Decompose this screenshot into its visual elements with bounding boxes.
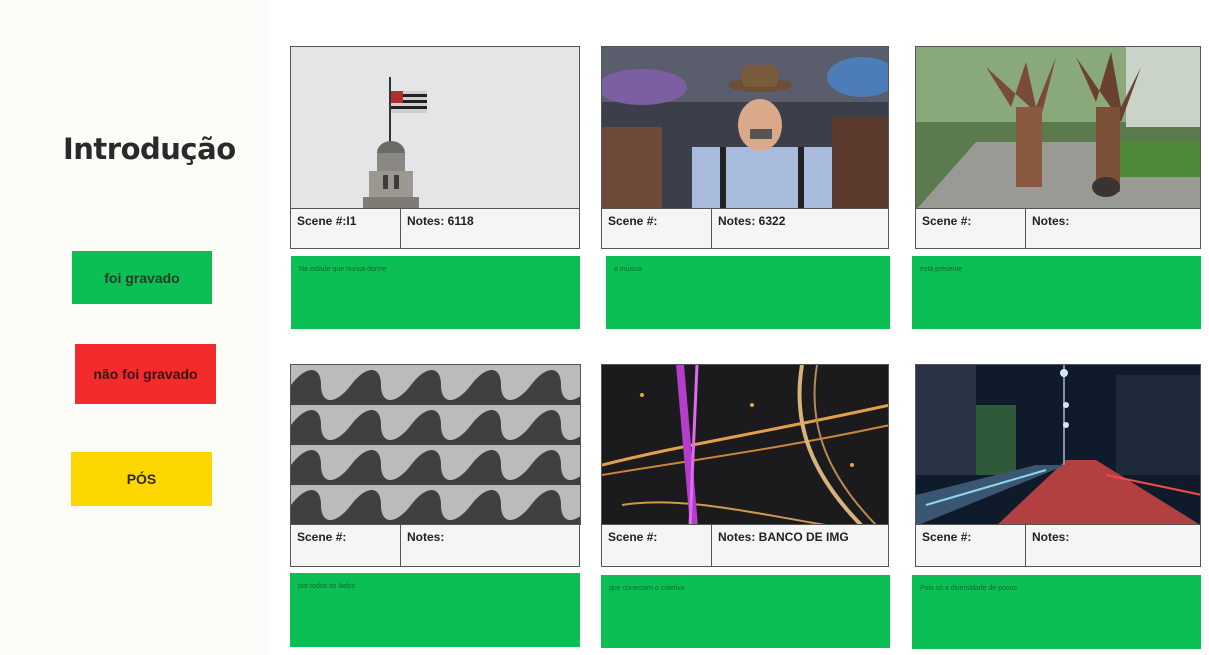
- scene-notes-row: Scene #: Notes:: [290, 525, 580, 567]
- caption-box[interactable]: por todos os lados: [290, 573, 580, 647]
- legend-panel: Introdução foi gravado não foi gravado P…: [0, 0, 270, 655]
- scene-notes-row: Scene #:I1 Notes: 6118: [290, 209, 580, 249]
- caption-box[interactable]: que conectam o coletivo: [601, 575, 890, 648]
- notes-field[interactable]: Notes:: [401, 525, 579, 566]
- legend-post: PÓS: [71, 452, 212, 506]
- avenue-night-image: [915, 364, 1201, 525]
- sidewalk-pattern-image: [290, 364, 581, 525]
- storyboard-page: Introdução foi gravado não foi gravado P…: [0, 0, 1209, 655]
- page-title: Introdução: [63, 132, 236, 166]
- notes-field[interactable]: Notes: 6322: [712, 209, 888, 248]
- scene-field[interactable]: Scene #:: [291, 525, 401, 566]
- caption-box[interactable]: está presente: [912, 256, 1201, 329]
- caption-box[interactable]: Na cidade que nunca dorme: [291, 256, 580, 329]
- feather-dancers-image: [915, 46, 1201, 209]
- legend-recorded: foi gravado: [72, 251, 212, 304]
- notes-field[interactable]: Notes:: [1026, 525, 1200, 566]
- notes-field[interactable]: Notes: 6118: [401, 209, 579, 248]
- harmonica-player-image: [601, 46, 889, 209]
- caption-box[interactable]: Pois só a diversidade de povos: [912, 575, 1201, 649]
- notes-field[interactable]: Notes:: [1026, 209, 1200, 248]
- scene-field[interactable]: Scene #:: [602, 209, 712, 248]
- scene-field[interactable]: Scene #:: [916, 209, 1026, 248]
- scene-notes-row: Scene #: Notes: 6322: [601, 209, 889, 249]
- scene-field[interactable]: Scene #:: [602, 525, 712, 566]
- flag-tower-image: [290, 46, 580, 209]
- legend-not-recorded: não foi gravado: [75, 344, 216, 404]
- scene-notes-row: Scene #: Notes: BANCO DE IMG: [601, 525, 889, 567]
- scene-notes-row: Scene #: Notes:: [915, 525, 1201, 567]
- night-bridge-image: [601, 364, 889, 525]
- caption-box[interactable]: a música: [606, 256, 890, 329]
- notes-field[interactable]: Notes: BANCO DE IMG: [712, 525, 888, 566]
- scene-field[interactable]: Scene #:I1: [291, 209, 401, 248]
- scene-notes-row: Scene #: Notes:: [915, 209, 1201, 249]
- scene-field[interactable]: Scene #:: [916, 525, 1026, 566]
